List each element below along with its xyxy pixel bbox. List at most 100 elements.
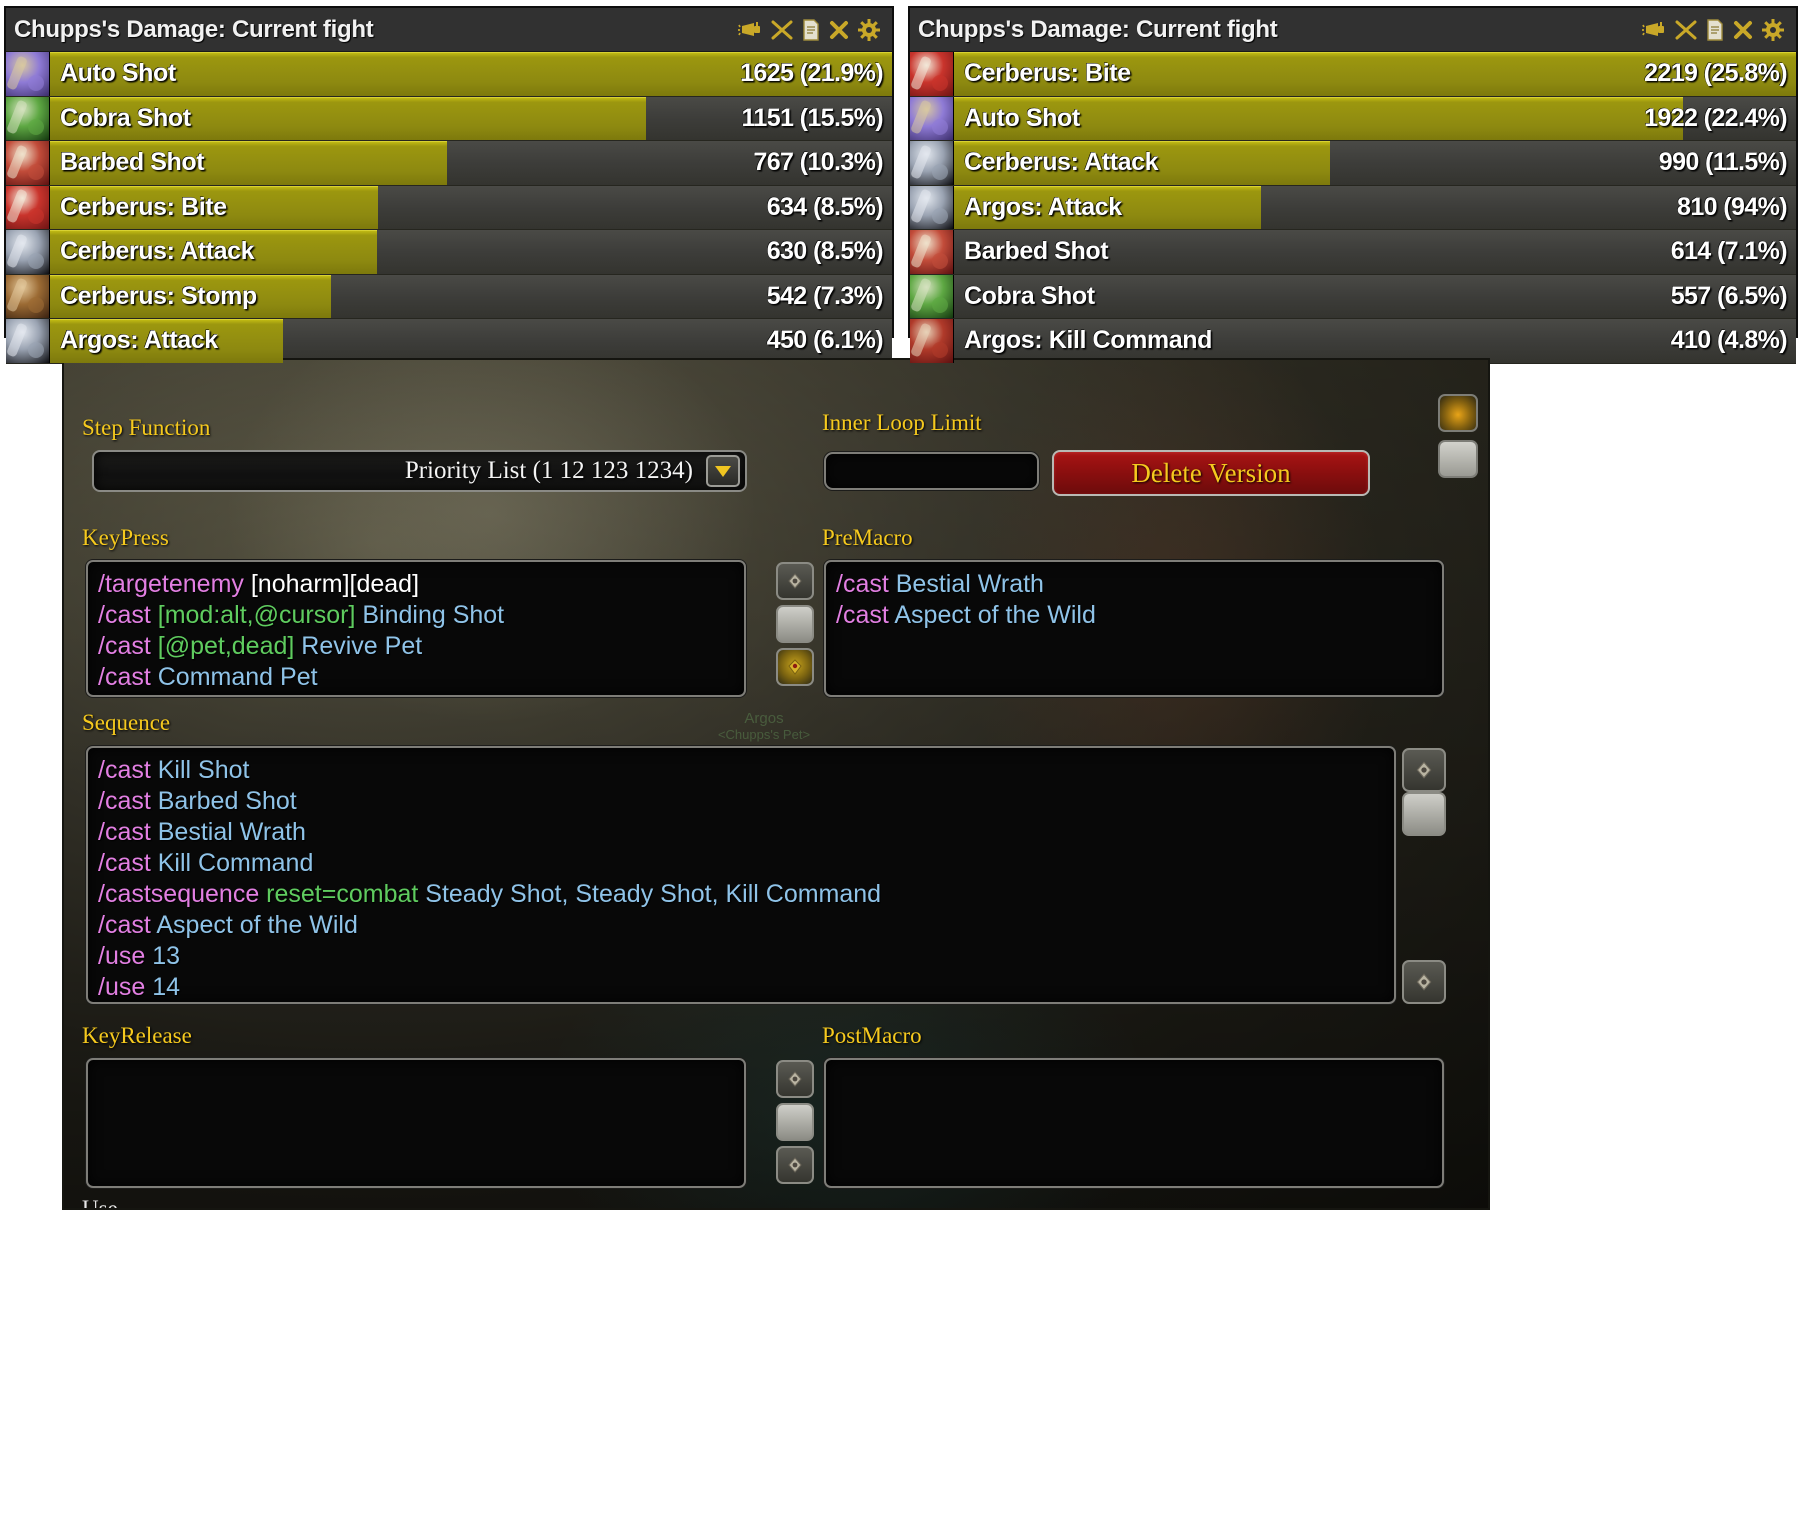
close-icon[interactable]	[829, 20, 849, 40]
premacro-textarea[interactable]: /cast Bestial Wrath/cast Aspect of the W…	[824, 560, 1444, 697]
macro-line: /cast [mod:alt,@cursor] Binding Shot	[98, 601, 505, 629]
blank-corner-button[interactable]	[1438, 440, 1478, 478]
meter-row[interactable]: Argos: Attack 810 (94%)	[910, 185, 1796, 230]
horn-icon[interactable]	[738, 20, 762, 40]
meter-row[interactable]: Cobra Shot 557 (6.5%)	[910, 274, 1796, 319]
meter-row[interactable]: Barbed Shot 767 (10.3%)	[6, 141, 892, 186]
meter-row-value: 410 (4.8%)	[1670, 326, 1788, 355]
spell-icon	[6, 274, 50, 319]
step-function-value: Priority List (1 12 123 1234)	[404, 457, 693, 484]
step-function-dropdown[interactable]: Priority List (1 12 123 1234)	[92, 450, 747, 492]
meter-title-bar-left[interactable]: Chupps's Damage: Current fight	[6, 8, 892, 52]
meter-row-label: Barbed Shot	[60, 148, 205, 177]
keypress-label: KeyPress	[82, 525, 169, 550]
spell-icon	[910, 230, 954, 274]
keyrelease-scroll-up-button[interactable]	[776, 1060, 814, 1098]
macro-line: /cast Bestial Wrath	[98, 818, 306, 846]
damage-meter-window-right[interactable]: Chupps's Damage: Current fight Cerberus:…	[908, 6, 1798, 364]
meter-row[interactable]: Argos: Kill Command 410 (4.8%)	[910, 319, 1796, 364]
meter-row-value: 2219 (25.8%)	[1644, 59, 1788, 88]
meter-row-value: 542 (7.3%)	[766, 281, 884, 310]
meter-title-text-left: Chupps's Damage: Current fight	[14, 15, 374, 43]
report-icon[interactable]	[802, 18, 820, 41]
meter-rows-right: Cerberus: Bite 2219 (25.8%) Auto Shot 1922 …	[910, 52, 1796, 364]
postmacro-textarea[interactable]	[824, 1058, 1444, 1188]
meter-row[interactable]: Barbed Shot 614 (7.1%)	[910, 230, 1796, 275]
keyrelease-label: KeyRelease	[82, 1023, 192, 1048]
meter-row-value: 1625 (21.9%)	[740, 59, 884, 88]
sequence-scroll-up-button[interactable]	[1402, 748, 1446, 792]
macro-editor-panel: Argos <Chupps's Pet> Step Function Prior…	[62, 358, 1490, 1210]
macro-line: /cast [@pet,dead] Revive Pet	[98, 632, 423, 660]
swords-icon[interactable]	[1675, 20, 1697, 40]
chevron-down-icon[interactable]	[706, 455, 740, 487]
meter-title-bar-right[interactable]: Chupps's Damage: Current fight	[910, 8, 1796, 52]
meter-row[interactable]: Argos: Attack 450 (6.1%)	[6, 319, 892, 364]
report-icon[interactable]	[1706, 18, 1724, 41]
damage-meter-window-left[interactable]: Chupps's Damage: Current fight Auto Shot…	[4, 6, 894, 364]
step-function-label: Step Function	[82, 415, 211, 440]
sequence-label: Sequence	[82, 710, 171, 735]
macro-line: /castsequence reset=combat Steady Shot, …	[98, 880, 882, 908]
meter-row-value: 450 (6.1%)	[766, 326, 884, 355]
meter-row[interactable]: Cerberus: Attack 630 (8.5%)	[6, 230, 892, 275]
meter-row-value: 1151 (15.5%)	[741, 103, 883, 132]
keypress-middle-button[interactable]	[776, 605, 814, 643]
meter-row[interactable]: Auto Shot 1922 (22.4%)	[910, 96, 1796, 141]
keyrelease-scroll-down-button[interactable]	[776, 1146, 814, 1184]
meter-row[interactable]: Auto Shot 1625 (21.9%)	[6, 52, 892, 97]
meter-row-value: 630 (8.5%)	[766, 237, 884, 266]
sequence-scroll-down-button[interactable]	[1402, 960, 1446, 1004]
keypress-textarea[interactable]: /targetenemy [noharm][dead] /cast [mod:al…	[86, 560, 746, 697]
meter-row-label: Cerberus: Bite	[964, 59, 1131, 88]
keyrelease-middle-button[interactable]	[776, 1103, 814, 1141]
meter-row-value: 810 (94%)	[1677, 192, 1788, 221]
meter-title-text-right: Chupps's Damage: Current fight	[918, 15, 1278, 43]
premacro-lines: /cast Bestial Wrath/cast Aspect of the W…	[836, 569, 1432, 631]
sequence-textarea[interactable]: /cast Kill Shot/cast Barbed Shot/cast Be…	[86, 746, 1396, 1004]
macro-line: /use 13	[98, 942, 181, 970]
meter-row-label: Cerberus: Bite	[60, 192, 227, 221]
keyrelease-textarea[interactable]	[86, 1058, 746, 1188]
keypress-lines: /targetenemy [noharm][dead] /cast [mod:al…	[98, 569, 734, 693]
meter-row-value: 767 (10.3%)	[753, 148, 883, 177]
gear-icon[interactable]	[1762, 18, 1784, 41]
use-label-clipped: Use	[82, 1196, 118, 1210]
meter-row-label: Auto Shot	[60, 59, 176, 88]
spell-icon	[910, 319, 954, 363]
damage-meters-container: Chupps's Damage: Current fight Auto Shot…	[0, 0, 1804, 364]
macro-line: /targetenemy [noharm][dead]	[98, 570, 420, 598]
gear-icon[interactable]	[858, 18, 880, 41]
swords-icon[interactable]	[771, 20, 793, 40]
keypress-scroll-down-button[interactable]	[776, 648, 814, 686]
postmacro-label: PostMacro	[822, 1023, 922, 1048]
macro-line: /cast Kill Command	[98, 849, 314, 877]
meter-row[interactable]: Cerberus: Bite 634 (8.5%)	[6, 185, 892, 230]
meter-row-label: Cerberus: Attack	[60, 237, 255, 266]
macro-line: /cast Bestial Wrath	[836, 570, 1044, 598]
macro-line: /cast Command Pet	[98, 663, 318, 691]
premacro-label: PreMacro	[822, 525, 913, 550]
meter-row[interactable]: Cerberus: Stomp 542 (7.3%)	[6, 274, 892, 319]
spell-icon	[6, 319, 50, 363]
flame-icon-button[interactable]	[1438, 394, 1478, 432]
keypress-scroll-up-button[interactable]	[776, 562, 814, 600]
macro-line: /cast Barbed Shot	[98, 787, 297, 815]
macro-line: /use 14	[98, 973, 181, 1001]
meter-row-label: Argos: Kill Command	[964, 326, 1212, 355]
meter-row-label: Auto Shot	[964, 103, 1080, 132]
meter-row[interactable]: Cerberus: Bite 2219 (25.8%)	[910, 52, 1796, 97]
sequence-middle-button[interactable]	[1402, 792, 1446, 836]
close-icon[interactable]	[1733, 20, 1753, 40]
spell-icon	[6, 185, 50, 230]
spell-icon	[910, 52, 954, 96]
delete-version-button[interactable]: Delete Version	[1052, 450, 1370, 496]
meter-row[interactable]: Cerberus: Attack 990 (11.5%)	[910, 141, 1796, 186]
horn-icon[interactable]	[1642, 20, 1666, 40]
inner-loop-limit-label: Inner Loop Limit	[822, 410, 982, 435]
inner-loop-limit-input[interactable]	[824, 452, 1039, 490]
sequence-lines: /cast Kill Shot/cast Barbed Shot/cast Be…	[98, 755, 1384, 1002]
spell-icon	[910, 96, 954, 141]
spell-icon	[6, 96, 50, 141]
meter-row[interactable]: Cobra Shot 1151 (15.5%)	[6, 96, 892, 141]
